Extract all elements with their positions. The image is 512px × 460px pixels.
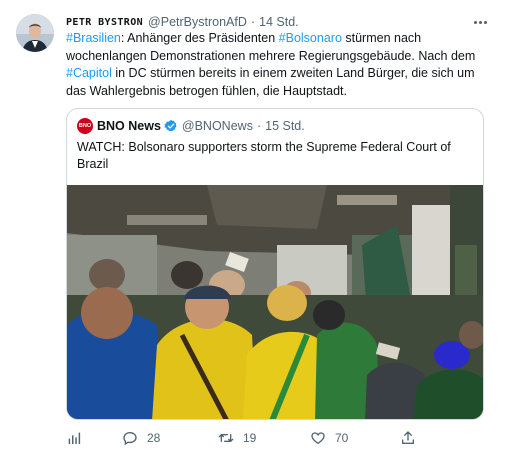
retweet-icon	[218, 434, 234, 442]
retweet-count: 19	[243, 431, 257, 445]
analytics-icon	[68, 432, 81, 444]
author-name[interactable]: PETR BYSTRON	[66, 17, 143, 28]
separator-dot: ·	[256, 119, 262, 133]
hashtag-brasilien[interactable]: #Brasilien	[66, 31, 121, 45]
tweet-text-segment: in DC stürmen bereits in einem zweiten L…	[66, 66, 475, 98]
avatar[interactable]	[16, 14, 54, 52]
reply-count: 28	[147, 431, 161, 445]
more-options-icon[interactable]	[470, 12, 490, 32]
quoted-author-name[interactable]: BNO News	[97, 119, 161, 133]
analytics-button[interactable]	[66, 428, 91, 448]
bno-logo-icon[interactable]: BNO	[77, 118, 93, 134]
reply-icon	[123, 431, 137, 446]
hashtag-bolsonaro[interactable]: #Bolsonaro	[279, 31, 342, 45]
like-count: 70	[335, 431, 349, 445]
quoted-tweet-text: WATCH: Bolsonaro supporters storm the Su…	[77, 140, 451, 171]
tweet-actions: 28 19 70	[66, 428, 426, 448]
bno-logo-text: BNO	[78, 123, 92, 129]
hashtag-capitol[interactable]: #Capitol	[66, 66, 112, 80]
quoted-author-handle[interactable]: @BNONews	[182, 119, 253, 133]
share-button[interactable]	[400, 428, 425, 448]
quoted-tweet-header: BNO BNO News @BNONews · 15 Std.	[77, 118, 305, 134]
tweet-header: PETR BYSTRON @PetrBystronAfD · 14 Std.	[66, 12, 472, 32]
tweet-text-segment: : Anhänger des Präsidenten	[120, 31, 279, 45]
tweet[interactable]: PETR BYSTRON @PetrBystronAfD · 14 Std. #…	[0, 0, 512, 460]
quoted-tweet-time[interactable]: 15 Std.	[265, 119, 305, 133]
author-handle[interactable]: @PetrBystronAfD	[148, 15, 247, 29]
like-button[interactable]: 70	[310, 428, 348, 448]
tweet-time[interactable]: 14 Std.	[259, 15, 299, 29]
share-icon	[402, 431, 414, 444]
like-icon	[311, 432, 325, 445]
tweet-text: #Brasilien: Anhänger des Präsidenten #Bo…	[66, 30, 486, 100]
reply-button[interactable]: 28	[122, 428, 160, 448]
retweet-button[interactable]: 19	[218, 428, 256, 448]
quoted-tweet[interactable]: BNO BNO News @BNONews · 15 Std. WATCH: B…	[66, 108, 484, 420]
separator-dot: ·	[250, 15, 256, 29]
verified-badge-icon	[164, 119, 177, 132]
quoted-tweet-video[interactable]	[67, 185, 483, 419]
